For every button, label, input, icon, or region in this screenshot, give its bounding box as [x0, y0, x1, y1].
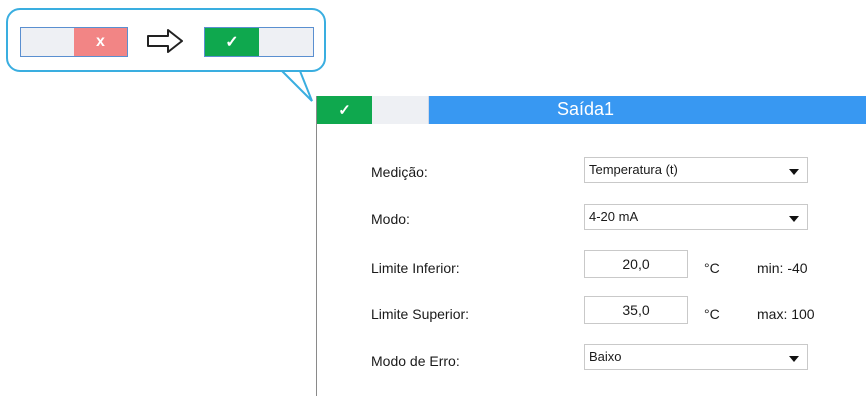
limite-inferior-input[interactable]: 20,0: [584, 250, 688, 278]
toggle-after-on: ✓: [204, 27, 314, 57]
toggle-on-right-segment: [259, 28, 313, 56]
toggle-off-segment: [372, 96, 428, 124]
output-window: ✓ Saída1 Medição: Temperatura (t) Modo: …: [316, 96, 866, 396]
limite-inferior-min: min: -40: [757, 260, 808, 276]
modo-erro-value: Baixo: [589, 349, 622, 364]
modo-erro-select[interactable]: Baixo: [584, 344, 808, 370]
medicao-value: Temperatura (t): [589, 162, 678, 177]
chevron-down-icon: [789, 356, 799, 362]
x-icon: x: [74, 28, 127, 56]
chevron-down-icon: [789, 216, 799, 222]
output-enable-toggle[interactable]: ✓: [317, 96, 429, 124]
limite-superior-max: max: 100: [757, 306, 815, 322]
chevron-down-icon: [789, 169, 799, 175]
limite-inferior-unit: °C: [704, 260, 720, 276]
limite-superior-unit: °C: [704, 306, 720, 322]
modo-value: 4-20 mA: [589, 209, 639, 224]
right-arrow-icon: [147, 29, 183, 53]
medicao-select[interactable]: Temperatura (t): [584, 157, 808, 183]
check-icon: ✓: [205, 28, 259, 56]
limite-superior-label: Limite Superior:: [371, 306, 470, 322]
limite-inferior-label: Limite Inferior:: [371, 260, 460, 276]
modo-select[interactable]: 4-20 mA: [584, 204, 808, 230]
check-icon: ✓: [317, 96, 372, 124]
limite-superior-input[interactable]: 35,0: [584, 296, 688, 324]
modo-label: Modo:: [371, 211, 410, 227]
medicao-label: Medição:: [371, 164, 428, 180]
toggle-off-left-segment: [21, 28, 74, 56]
title-bar: ✓ Saída1: [317, 96, 866, 124]
toggle-before-off: x: [20, 27, 128, 57]
window-title: Saída1: [557, 99, 615, 119]
modo-erro-label: Modo de Erro:: [371, 353, 460, 369]
